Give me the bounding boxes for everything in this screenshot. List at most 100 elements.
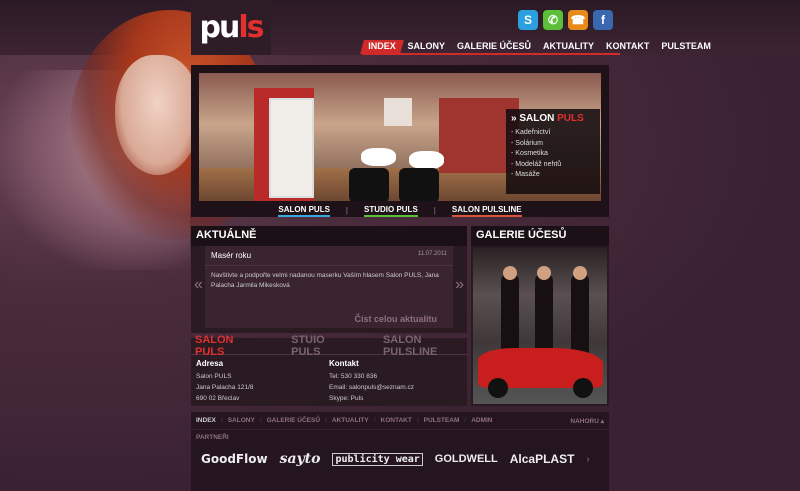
partner-logo-goldwell[interactable]: GOLDWELL — [435, 453, 498, 465]
photo-basin — [409, 151, 444, 169]
gallery-car-wheel — [488, 378, 508, 398]
whatsapp-icon[interactable]: ✆ — [543, 10, 563, 30]
salon-info-brand: PULS — [557, 113, 584, 124]
nav-galerie[interactable]: GALERIE ÚČESŮ — [451, 40, 537, 54]
news-prev-arrow[interactable]: « — [194, 276, 203, 294]
address-line: Jana Palacha 121/8 — [196, 384, 254, 391]
footer-link-aktuality[interactable]: AKTUALITY — [332, 417, 369, 424]
back-to-top-link[interactable]: NAHORU ▴ — [570, 417, 604, 425]
service-item[interactable]: - Solárium — [511, 139, 595, 150]
nav-kontakt[interactable]: KONTAKT — [600, 40, 655, 54]
partners-strip: GoodFlow sayto publicity wear GOLDWELL A… — [191, 445, 609, 467]
news-item-header: Masér roku 11.07.2011 — [205, 246, 453, 266]
logo-part-a: pu — [199, 10, 241, 45]
tab-separator: | — [433, 206, 436, 215]
partners-next-arrow[interactable]: › — [586, 454, 589, 465]
contact-title: Kontakt — [329, 359, 359, 368]
gallery-model-head — [573, 266, 587, 280]
nav-salony[interactable]: SALONY — [402, 40, 452, 54]
gallery-model-head — [503, 266, 517, 280]
address-line: Salon PULS — [196, 373, 232, 380]
footer-link-kontakt[interactable]: KONTAKT — [381, 417, 412, 424]
logo[interactable]: puls — [191, 0, 271, 55]
nav-underline — [362, 53, 620, 55]
nav-index-label: INDEX — [368, 41, 396, 51]
footer-separator: / — [416, 417, 419, 424]
skype-icon[interactable]: S — [518, 10, 538, 30]
salon-info-prefix: » SALON — [511, 113, 558, 124]
gallery-heading: GALERIE ÚČESŮ — [471, 226, 609, 246]
footer-nav: INDEX / SALONY / GALERIE ÚČESŮ / AKTUALI… — [191, 412, 609, 430]
contact-columns: Adresa Salon PULS Jana Palacha 121/8 690… — [191, 355, 467, 408]
salon-info-title: » SALON PULS — [511, 113, 595, 124]
nav-pulsteam[interactable]: PULSTEAM — [655, 40, 717, 54]
footer-link-pulsteam[interactable]: PULSTEAM — [424, 417, 460, 424]
logo-text: puls — [199, 10, 265, 45]
footer-separator: / — [325, 417, 327, 424]
tab-studio-puls[interactable]: STUDIO PULS — [364, 205, 418, 217]
footer-separator: / — [373, 417, 376, 424]
news-heading: AKTUÁLNĚ — [191, 226, 467, 246]
address-line: 690 02 Břeclav — [196, 395, 240, 402]
photo-basin — [361, 148, 396, 166]
contact-tab-salon-pulsline[interactable]: SALON PULSLINE — [383, 334, 467, 358]
contact-column: Kontakt Tel: 530 330 836 Email: salonpul… — [329, 359, 462, 404]
contact-tabs: SALON PULS STUIO PULS SALON PULSLINE — [191, 334, 467, 358]
nav-aktuality[interactable]: AKTUALITY — [537, 40, 600, 54]
partner-logo-goodflow[interactable]: GoodFlow — [201, 452, 268, 466]
salon-info-box: » SALON PULS - Kadeřnictví - Solárium - … — [506, 109, 600, 194]
contact-email[interactable]: Email: salonpuls@seznam.cz — [329, 382, 462, 393]
footer-link-index[interactable]: INDEX — [196, 417, 216, 424]
service-item[interactable]: - Masáže — [511, 170, 595, 181]
photo-chair — [349, 168, 389, 201]
address-title: Adresa — [196, 359, 224, 368]
photo-chair — [399, 168, 439, 201]
main-nav: INDEX SALONY GALERIE ÚČESŮ AKTUALITY KON… — [360, 40, 717, 54]
photo-picture — [384, 98, 412, 126]
back-to-top-label: NAHORU — [570, 417, 599, 425]
phone-icon[interactable]: ☎ — [568, 10, 588, 30]
partner-logo-publicity-wear[interactable]: publicity wear — [332, 452, 423, 466]
contact-tab-studio-puls[interactable]: STUIO PULS — [291, 334, 349, 358]
contact-box: SALON PULS STUIO PULS SALON PULSLINE Adr… — [191, 334, 467, 408]
nav-index[interactable]: INDEX — [360, 40, 404, 54]
tab-separator: | — [345, 206, 348, 215]
contact-tab-salon-puls[interactable]: SALON PULS — [195, 334, 257, 358]
footer-separator: / — [464, 417, 467, 424]
model-face — [115, 55, 200, 175]
gallery-model-head — [537, 266, 551, 280]
news-title[interactable]: Masér roku — [211, 251, 251, 260]
footer-link-salony[interactable]: SALONY — [228, 417, 255, 424]
hero-slider: » SALON PULS - Kadeřnictví - Solárium - … — [191, 65, 609, 217]
news-next-arrow[interactable]: » — [455, 276, 464, 294]
service-item[interactable]: - Modeláž nehtů — [511, 160, 595, 171]
footer-separator: / — [259, 417, 262, 424]
gallery-box: GALERIE ÚČESŮ — [471, 226, 609, 406]
service-item[interactable]: - Kadeřnictví — [511, 128, 595, 139]
partners-label: PARTNEŘI — [196, 434, 229, 441]
social-icons: S ✆ ☎ f — [518, 10, 613, 30]
tab-salon-pulsline[interactable]: SALON PULSLINE — [451, 205, 522, 217]
footer-link-galerie[interactable]: GALERIE ÚČESŮ — [267, 417, 320, 424]
footer: INDEX / SALONY / GALERIE ÚČESŮ / AKTUALI… — [191, 412, 609, 491]
news-text: Navštivte a podpořte velmi nadanou maser… — [211, 272, 439, 289]
news-date: 11.07.2011 — [417, 251, 447, 257]
read-more-link[interactable]: Číst celou aktualitu — [354, 314, 437, 324]
photo-shelf — [269, 98, 314, 198]
gallery-photo[interactable] — [473, 248, 607, 404]
contact-skype: Skype: Puls — [329, 395, 364, 402]
news-item: Masér roku 11.07.2011 Navštivte a podpoř… — [205, 246, 453, 328]
gallery-car-wheel — [573, 378, 593, 398]
services-list: - Kadeřnictví - Solárium - Kosmetika - M… — [511, 128, 595, 181]
service-item[interactable]: - Kosmetika — [511, 149, 595, 160]
facebook-icon[interactable]: f — [593, 10, 613, 30]
partner-logo-sayto[interactable]: sayto — [280, 451, 321, 467]
footer-link-admin[interactable]: ADMIN — [471, 417, 492, 424]
partner-logo-alcaplast[interactable]: AlcaPLAST — [510, 452, 575, 466]
tab-salon-puls[interactable]: SALON PULS — [278, 205, 330, 217]
salon-photo: » SALON PULS - Kadeřnictví - Solárium - … — [199, 73, 601, 201]
contact-phone: Tel: 530 330 836 — [329, 373, 378, 380]
news-box: AKTUÁLNĚ « Masér roku 11.07.2011 Navštiv… — [191, 226, 467, 333]
address-column: Adresa Salon PULS Jana Palacha 121/8 690… — [196, 359, 329, 404]
hero-tabs: SALON PULS | STUDIO PULS | SALON PULSLIN… — [191, 204, 609, 217]
